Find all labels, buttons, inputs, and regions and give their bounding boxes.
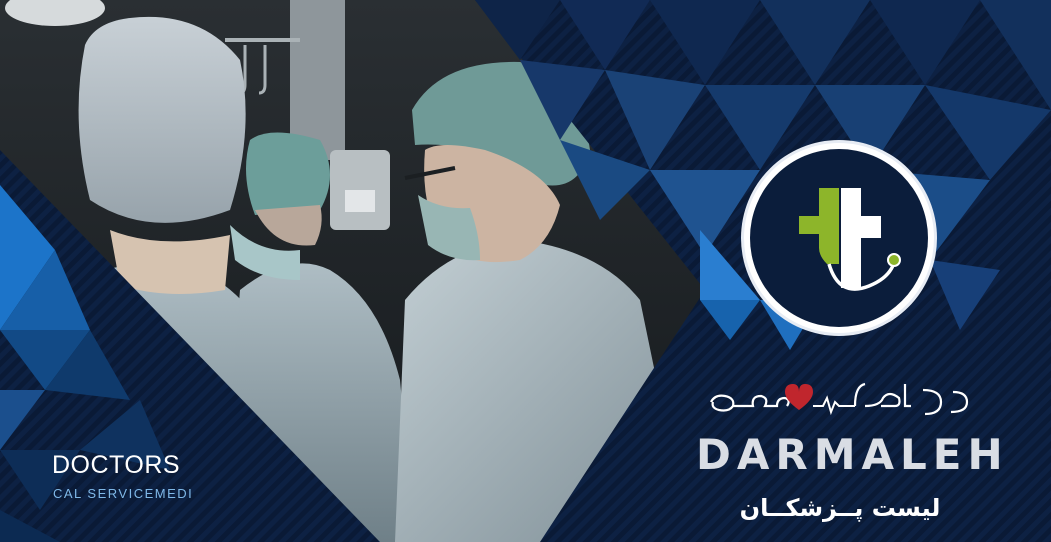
left-subtitle: CAL SERVICEMEDI xyxy=(53,486,194,501)
left-title: DOCTORS xyxy=(52,451,181,479)
darmaleh-logo xyxy=(744,143,934,333)
heart-icon xyxy=(785,384,813,410)
medical-cross-logo-icon xyxy=(799,188,901,291)
heartbeat-line-icon xyxy=(813,395,855,416)
brand-script-logo xyxy=(705,372,975,422)
logo-inner-circle xyxy=(750,149,928,327)
brand-tagline: لیست پــزشکــان xyxy=(739,494,941,522)
stethoscope-icon xyxy=(827,262,896,291)
banner: DARMALEH لیست پــزشکــان DOCTORS CAL SER… xyxy=(0,0,1051,542)
brand-name: DARMALEH xyxy=(696,430,1009,479)
